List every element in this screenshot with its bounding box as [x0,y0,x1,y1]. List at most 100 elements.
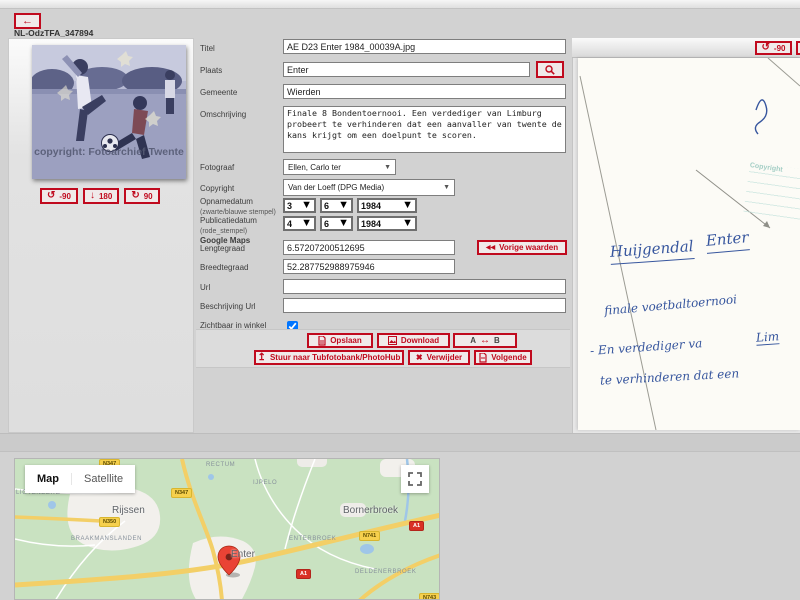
gemeente-input[interactable] [283,84,566,99]
breedtegraad-input[interactable] [283,259,455,274]
rotate-180-button[interactable]: ↓ 180 [83,188,119,204]
breedtegraad-label: Breedtegraad [200,263,248,273]
next-doc-icon [479,353,487,363]
volgende-button[interactable]: Volgende [474,350,532,365]
road-badge-a1-east: A1 [409,521,424,531]
lengtegraad-label: Lengtegraad [200,244,245,254]
previous-icon: ◀◀ [486,245,495,251]
publicatiedatum-label: Publicatiedatum (rode_stempel) [200,216,285,237]
chevron-down-icon: ▼ [301,200,312,211]
back-button[interactable]: ← [14,13,41,29]
copyright-value: Van der Loeff (DPG Media) [288,183,384,192]
rotate-90-button[interactable]: ↻ 90 [124,188,159,204]
chevron-down-icon: ▼ [402,200,413,211]
opnamedatum-label-sub: (zwarte/blauwe stempel) [200,209,276,216]
gemeente-label: Gemeente [200,88,237,98]
road-badge-n350: N350 [99,517,120,527]
chevron-down-icon: ▼ [301,218,312,229]
back-icon: ← [22,15,33,27]
scan-rotate-minus90-button[interactable]: ↺ -90 [755,41,792,55]
publicatiedatum-year-select[interactable]: 1984 ▼ [357,216,417,231]
publicatiedatum-year-value: 1984 [361,219,381,229]
publicatiedatum-month-select[interactable]: 6▼ [320,216,353,231]
photo-archive-editor: ← NL-OdzTFA_347894 [0,0,800,600]
delete-icon: ✖ [416,354,423,362]
map-label-ijpelo: IJPELO [253,480,277,486]
rotate-minus90-button[interactable]: ↺ -90 [40,188,78,204]
publicatiedatum-day-value: 4 [287,219,292,229]
ab-compare-button[interactable]: A ↔ B [453,333,517,348]
fullscreen-button[interactable] [401,465,429,493]
upload-icon: ↥ [258,353,266,363]
url-input[interactable] [283,279,566,294]
rotate-180-icon: ↓ [90,191,95,201]
map-tab[interactable]: Map [25,473,71,485]
vorige-waarden-button[interactable]: ◀◀ Vorige waarden [477,240,567,255]
fotograaf-select[interactable]: Ellen, Carlo ter ▼ [283,159,396,175]
opnamedatum-year-value: 1984 [361,201,381,211]
save-icon [318,336,326,346]
opslaan-button[interactable]: Opslaan [307,333,373,348]
titel-input[interactable] [283,39,566,54]
opnamedatum-month-select[interactable]: 6▼ [320,198,353,213]
rotate-cw-icon: ↻ [131,191,139,201]
map-label-enterbroek: ENTERBROEK [289,536,336,542]
lower-band [0,434,800,452]
ab-a-label: A [470,336,476,345]
scan-image[interactable]: Copyright Huijgendal Enter finale voetba… [578,58,800,430]
plaats-search-button[interactable] [536,61,564,78]
rotate-180-label: 180 [99,192,112,201]
copyright-label: Copyright [200,184,234,194]
opslaan-label: Opslaan [330,336,362,345]
photo-image: copyright: Fotoarchief Twente [32,45,186,179]
rotate-ccw-icon: ↺ [762,43,770,53]
opnamedatum-label: Opnamedatum (zwarte/blauwe stempel) [200,197,285,218]
rotate-ccw-icon: ↺ [47,191,55,201]
copyright-stamp: Copyright [742,162,800,228]
chevron-down-icon: ▼ [338,200,349,211]
download-button[interactable]: Download [377,333,450,348]
publicatiedatum-month-value: 6 [324,219,329,229]
chevron-down-icon: ▼ [338,218,349,229]
photo-thumbnail[interactable]: copyright: Fotoarchief Twente [32,45,186,179]
handwriting-place-2: Enter [705,228,749,254]
map-town-rijssen: Rijssen [112,505,145,516]
lengtegraad-input[interactable] [283,240,455,255]
publicatiedatum-day-select[interactable]: 4▼ [283,216,316,231]
map-label-deldenerbroek: DELDENERBROEK [355,569,416,575]
omschrijving-label: Omschrijving [200,110,246,120]
road-badge-n743: N743 [419,593,440,600]
search-icon [545,65,555,75]
opnamedatum-month-value: 6 [324,201,329,211]
top-strip [0,0,800,9]
google-map[interactable]: RECTUM IJPELO LIGTENBERG Rijssen Bornerb… [14,458,440,600]
fotograaf-value: Ellen, Carlo ter [288,163,341,172]
satellite-tab[interactable]: Satellite [71,473,135,485]
rotate-minus90-label: -90 [59,192,71,201]
swap-icon: ↔ [480,336,490,346]
stuur-naar-photohub-button[interactable]: ↥ Stuur naar Tubfotobank/PhotoHub [254,350,404,365]
map-type-control: Map Satellite [25,465,135,493]
omschrijving-textarea[interactable]: Finale 8 Bondentoernooi. Een verdediger … [283,106,566,153]
download-icon [388,336,397,345]
verwijder-button[interactable]: ✖ Verwijder [408,350,470,365]
scan-rotate-cropped-button[interactable] [796,41,800,55]
beschrijving-url-input[interactable] [283,298,566,313]
chevron-down-icon: ▼ [402,218,413,229]
copyright-select[interactable]: Van der Loeff (DPG Media) ▼ [283,179,455,196]
vorige-waarden-label: Vorige waarden [499,243,558,252]
volgende-label: Volgende [491,353,526,362]
photo-watermark: copyright: Fotoarchief Twente [34,146,184,158]
download-label: Download [401,336,439,345]
opnamedatum-day-select[interactable]: 3▼ [283,198,316,213]
opnamedatum-year-select[interactable]: 1984 ▼ [357,198,417,213]
beschrijving-url-label: Beschrijving Url [200,302,256,312]
publicatiedatum-label-sub: (rode_stempel) [200,228,247,235]
opnamedatum-day-value: 3 [287,201,292,211]
road-badge-n347: N347 [171,488,192,498]
road-badge-n741: N741 [359,531,380,541]
plaats-input[interactable] [283,62,530,77]
map-town-enter: Enter [231,549,255,560]
titel-label: Titel [200,44,215,54]
photo-rotate-toolbar: ↺ -90 ↓ 180 ↻ 90 [40,188,160,204]
